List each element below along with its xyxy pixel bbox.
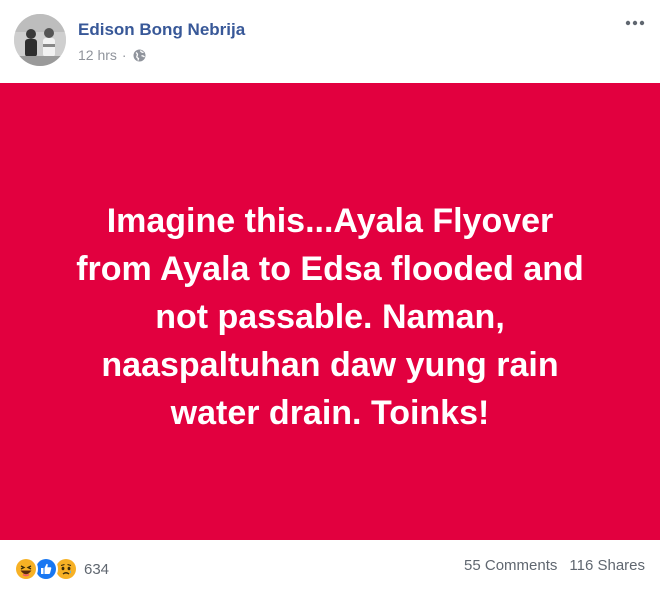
engagement-stats: 55 Comments 116 Shares xyxy=(464,557,645,574)
haha-icon xyxy=(14,557,38,581)
post-text-line: not passable. Naman, xyxy=(155,297,505,336)
post-text-line: from Ayala to Edsa flooded and xyxy=(76,249,584,288)
reaction-count: 634 xyxy=(84,560,110,578)
post-header: Edison Bong Nebrija 12 hrs · xyxy=(0,0,660,82)
post-text-line: Imagine this...Ayala Flyover xyxy=(106,201,554,240)
post-text-line: naaspaltuhan daw yung rain xyxy=(101,345,559,384)
post-text-line: water drain. Toinks! xyxy=(170,393,490,432)
facebook-post: Edison Bong Nebrija 12 hrs · Imagine thi… xyxy=(0,0,660,595)
shares-count-link[interactable]: 116 Shares xyxy=(569,557,645,574)
more-options-icon[interactable] xyxy=(622,14,648,32)
comments-count-link[interactable]: 55 Comments xyxy=(464,557,557,574)
post-message: Imagine this...Ayala Flyover from Ayala … xyxy=(30,197,630,437)
globe-icon[interactable] xyxy=(133,49,146,62)
meta-separator: · xyxy=(121,47,127,63)
author-name-link[interactable]: Edison Bong Nebrija xyxy=(78,20,245,40)
reactions-summary[interactable]: 634 xyxy=(14,557,109,581)
author-avatar[interactable] xyxy=(14,14,66,66)
post-text-banner: Imagine this...Ayala Flyover from Ayala … xyxy=(0,83,660,540)
post-footer: 634 55 Comments 116 Shares xyxy=(0,540,660,595)
post-meta: 12 hrs · xyxy=(78,47,146,63)
avatar-photo xyxy=(14,14,66,66)
post-timestamp[interactable]: 12 hrs xyxy=(78,47,117,63)
